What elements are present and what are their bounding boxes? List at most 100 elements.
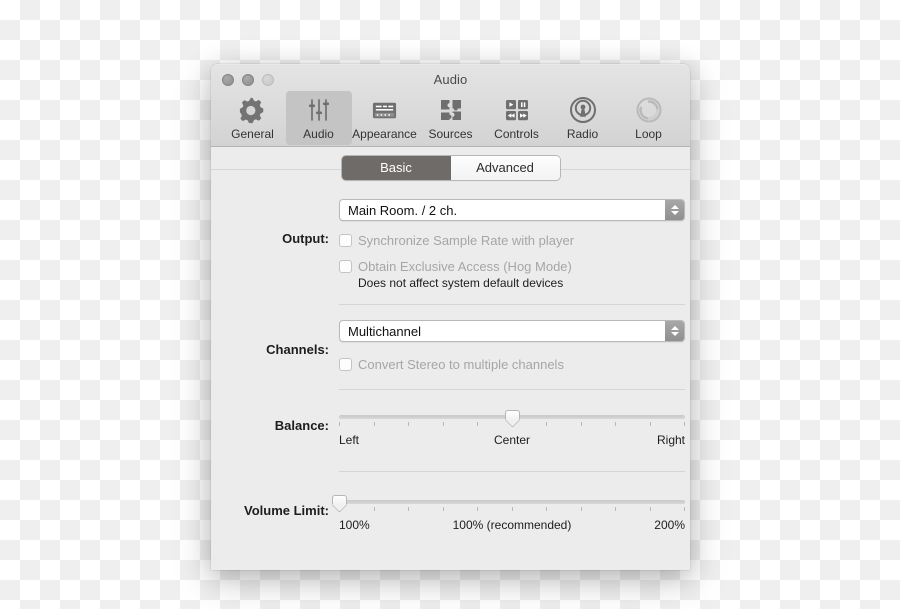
- channels-section: Channels: Multichannel Convert Stereo to…: [211, 320, 690, 372]
- toolbar-item-appearance[interactable]: Appearance: [352, 91, 418, 145]
- slider-tick: [580, 507, 582, 511]
- slider-tick: [477, 507, 478, 511]
- divider-output-channels: [339, 304, 685, 305]
- segmented-control: Basic Advanced: [341, 156, 560, 180]
- balance-slider[interactable]: [339, 407, 685, 433]
- toolbar-label-general: General: [231, 127, 274, 141]
- hog-mode-checkbox[interactable]: [339, 260, 352, 273]
- preferences-toolbar: General Audio Appearance Sources Control…: [211, 91, 690, 145]
- balance-label: Balance:: [274, 418, 329, 433]
- volume-limit-fields: 100% 100% (recommended) 200%: [332, 492, 690, 534]
- slider-tick: [373, 422, 375, 426]
- toolbar-label-radio: Radio: [566, 127, 599, 141]
- slider-tick: [684, 422, 685, 426]
- toolbar-label-controls: Controls: [494, 127, 539, 141]
- sync-sample-rate-row[interactable]: Synchronize Sample Rate with player: [339, 233, 685, 248]
- convert-stereo-label: Convert Stereo to multiple channels: [358, 357, 564, 372]
- balance-scale: Left Center Right: [339, 433, 685, 449]
- volume-limit-label: Volume Limit:: [244, 503, 329, 518]
- slider-tick: [373, 507, 375, 511]
- slider-tick: [511, 507, 513, 511]
- slider-tick: [649, 422, 651, 426]
- toolbar-item-radio[interactable]: Radio: [550, 91, 616, 145]
- channels-mode-popup[interactable]: Multichannel: [339, 320, 685, 342]
- chevron-down-icon: [670, 332, 679, 336]
- slider-tick: [615, 507, 616, 511]
- output-device-popup[interactable]: Main Room. / 2 ch.: [339, 199, 685, 221]
- channels-mode-value: Multichannel: [348, 323, 421, 339]
- toolbar-label-loop: Loop: [635, 127, 662, 141]
- slider-tick: [442, 422, 444, 426]
- channels-fields: Multichannel Convert Stereo to multiple …: [339, 320, 690, 372]
- hog-mode-label: Obtain Exclusive Access (Hog Mode): [358, 259, 572, 274]
- slider-tick: [546, 422, 547, 426]
- toolbar-item-loop[interactable]: Loop: [616, 91, 682, 145]
- broadcast-icon: [569, 96, 597, 124]
- chevron-updown-icon[interactable]: [665, 321, 684, 341]
- output-fields: Main Room. / 2 ch. Synchronize Sample Ra…: [339, 199, 690, 290]
- slider-tick: [477, 422, 478, 426]
- volume-limit-slider-ticks: [339, 507, 685, 511]
- toolbar-item-general[interactable]: General: [220, 91, 286, 145]
- volume-limit-slider[interactable]: [332, 492, 685, 518]
- window-titlebar: Audio General Audio Appearance Sources C…: [211, 64, 690, 147]
- balance-scale-left: Left: [339, 433, 360, 447]
- toolbar-item-controls[interactable]: Controls: [484, 91, 550, 145]
- volume-limit-scale: 100% 100% (recommended) 200%: [339, 518, 685, 534]
- toolbar-item-sources[interactable]: Sources: [418, 91, 484, 145]
- chevron-up-icon: [670, 205, 679, 209]
- output-section: Output: Main Room. / 2 ch. Synchronize S…: [211, 199, 690, 290]
- puzzle-icon: [438, 96, 464, 124]
- output-label: Output:: [282, 231, 329, 246]
- slider-tick: [408, 507, 409, 511]
- convert-stereo-checkbox[interactable]: [339, 358, 352, 371]
- sync-sample-rate-checkbox[interactable]: [339, 234, 352, 247]
- volume-limit-section: Volume Limit: 100% 100% (recommended) 20…: [211, 492, 690, 534]
- volume-limit-slider-thumb[interactable]: [332, 495, 347, 511]
- playback-grid-icon: [504, 96, 530, 124]
- chevron-updown-icon[interactable]: [665, 200, 684, 220]
- slider-tick: [615, 422, 616, 426]
- volume-limit-scale-recommended: 100% (recommended): [452, 518, 572, 532]
- tab-advanced[interactable]: Advanced: [450, 156, 560, 180]
- loop-icon: [635, 96, 663, 124]
- volume-limit-slider-track[interactable]: [339, 500, 685, 504]
- chevron-down-icon: [670, 211, 679, 215]
- balance-fields: Left Center Right: [339, 407, 690, 449]
- toolbar-item-audio[interactable]: Audio: [285, 91, 352, 145]
- divider-balance-volume: [339, 471, 685, 472]
- tab-basic[interactable]: Basic: [341, 156, 451, 180]
- sliders-icon: [306, 96, 332, 124]
- balance-section: Balance: Left Center Right: [211, 407, 690, 449]
- slider-tick: [546, 507, 547, 511]
- slider-tick: [649, 507, 651, 511]
- convert-stereo-row[interactable]: Convert Stereo to multiple channels: [339, 357, 685, 372]
- chevron-up-icon: [670, 326, 679, 330]
- toolbar-label-audio: Audio: [303, 127, 334, 141]
- preferences-window: Audio General Audio Appearance Sources C…: [211, 64, 690, 570]
- preferences-content: Basic Advanced Output: Main Room. / 2 ch…: [211, 147, 690, 568]
- balance-scale-center: Center: [493, 433, 531, 447]
- hog-mode-row[interactable]: Obtain Exclusive Access (Hog Mode): [339, 259, 685, 274]
- output-device-value: Main Room. / 2 ch.: [348, 202, 458, 218]
- toolbar-label-appearance: Appearance: [352, 127, 417, 141]
- balance-scale-right: Right: [656, 433, 685, 447]
- slider-tick: [684, 507, 685, 511]
- hog-mode-hint: Does not affect system default devices: [358, 276, 564, 290]
- tab-bar: Basic Advanced: [211, 147, 690, 193]
- slider-tick: [339, 422, 340, 426]
- slider-tick: [408, 422, 409, 426]
- window-title: Audio: [433, 72, 468, 87]
- channels-label: Channels:: [266, 342, 329, 357]
- balance-slider-thumb[interactable]: [505, 410, 520, 426]
- desktop-backdrop: Audio General Audio Appearance Sources C…: [0, 0, 900, 609]
- slider-tick: [442, 507, 444, 511]
- toolbar-label-sources: Sources: [428, 127, 473, 141]
- sync-sample-rate-label: Synchronize Sample Rate with player: [358, 233, 575, 248]
- volume-limit-scale-min: 100%: [339, 518, 370, 532]
- slider-tick: [580, 422, 582, 426]
- gear-icon: [239, 96, 266, 124]
- volume-limit-scale-max: 200%: [654, 518, 685, 532]
- appearance-icon: [371, 96, 398, 124]
- divider-channels-balance: [339, 389, 685, 390]
